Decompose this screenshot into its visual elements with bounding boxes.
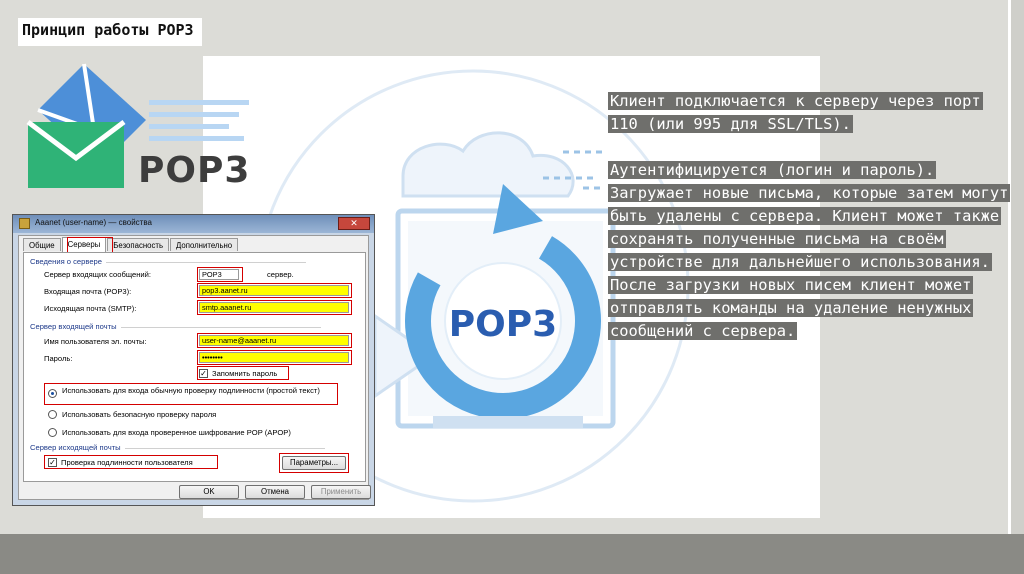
outgoing-mail-highlight <box>197 300 352 315</box>
servers-panel: Сведения о сервере Сервер входящих сообщ… <box>23 252 366 482</box>
user-auth-highlight <box>44 455 218 469</box>
radio-plain-auth-highlight <box>44 383 338 405</box>
server-info-group: Сведения о сервере <box>30 257 306 266</box>
close-button[interactable]: ✕ <box>338 217 370 230</box>
password-label: Пароль: <box>44 354 73 363</box>
tab-advanced[interactable]: Дополнительно <box>170 238 239 251</box>
radio-apop-label: Использовать для входа проверенное шифро… <box>62 428 291 437</box>
incoming-server-suffix: сервер. <box>267 270 294 279</box>
monitor-base <box>433 416 583 428</box>
radio-secure-password[interactable] <box>48 410 57 419</box>
incoming-server-label: Сервер входящих сообщений: <box>44 270 152 279</box>
ok-button[interactable]: OK <box>179 485 239 499</box>
cloud-icon <box>401 131 575 198</box>
tab-servers-highlight <box>67 237 113 253</box>
description-text: Клиент подключается к серверу через порт… <box>608 90 1013 343</box>
remember-password-highlight <box>197 366 289 380</box>
incoming-mail-label: Входящая почта (POP3): <box>44 287 132 296</box>
description-paragraph-1: Клиент подключается к серверу через порт… <box>608 92 983 133</box>
tab-bar: Общие Серверы Безопасность Дополнительно <box>23 237 239 252</box>
username-label: Имя пользователя эл. почты: <box>44 337 147 346</box>
logo-pop3-text: POP3 <box>138 150 251 191</box>
account-properties-dialog: Aaanet (user-name) — свойства ✕ Общие Се… <box>12 214 375 506</box>
slide-title: Принцип работы POP3 <box>18 18 202 46</box>
incoming-server-group: Сервер входящей почты <box>30 322 320 331</box>
password-highlight <box>197 350 352 365</box>
radio-secure-password-label: Использовать безопасную проверку пароля <box>62 410 217 419</box>
radio-apop[interactable] <box>48 428 57 437</box>
mail-app-icon <box>19 218 30 229</box>
outgoing-mail-label: Исходящая почта (SMTP): <box>44 304 137 313</box>
incoming-server-highlight <box>197 267 243 282</box>
dialog-body: Общие Серверы Безопасность Дополнительно… <box>18 235 371 500</box>
footer-bar <box>0 534 1024 574</box>
dialog-title: Aaanet (user-name) — свойства <box>35 218 152 227</box>
username-highlight <box>197 333 352 348</box>
apply-button[interactable]: Применить <box>311 485 371 499</box>
outgoing-server-group: Сервер исходящей почты <box>30 443 324 452</box>
illustration-pop3-text: POP3 <box>449 304 557 345</box>
tab-security[interactable]: Безопасность <box>107 238 170 251</box>
dialog-titlebar: Aaanet (user-name) — свойства ✕ <box>13 215 374 233</box>
incoming-mail-highlight <box>197 283 352 298</box>
tab-general[interactable]: Общие <box>23 238 61 251</box>
description-paragraph-2: Аутентифицируется (логин и пароль). Загр… <box>608 161 1011 340</box>
parameters-highlight <box>279 453 349 473</box>
cancel-button[interactable]: Отмена <box>245 485 305 499</box>
